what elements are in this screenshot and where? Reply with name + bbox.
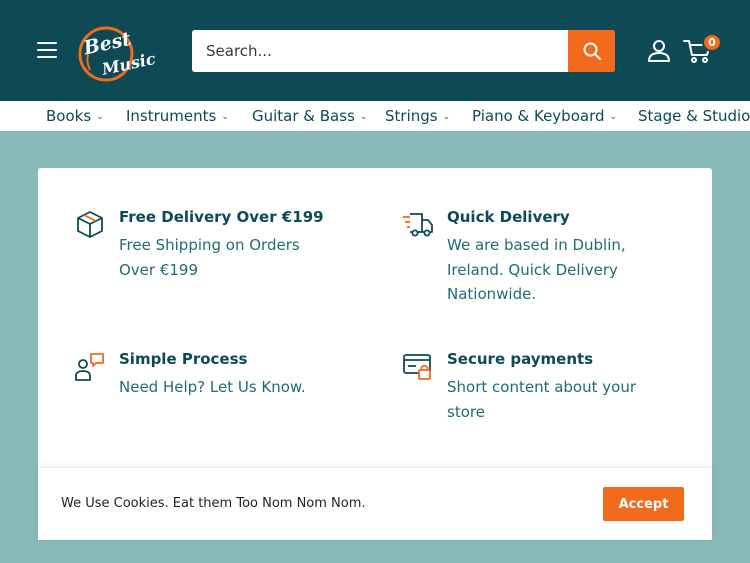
account-icon[interactable]: [647, 40, 671, 62]
best-music-logo[interactable]: Best Music: [76, 18, 160, 82]
delivery-truck-icon: [403, 213, 433, 237]
menu-icon[interactable]: [37, 42, 57, 58]
feature-title: Secure payments: [447, 350, 594, 368]
accept-cookies-button[interactable]: Accept: [603, 487, 684, 521]
search-icon: [583, 42, 601, 60]
search-input[interactable]: [192, 30, 568, 72]
search-bar: [192, 30, 615, 72]
package-icon: [77, 211, 103, 238]
feature-description: Free Shipping on Orders Over €199: [119, 236, 300, 279]
feature-title: Quick Delivery: [447, 208, 570, 226]
category-nav: Books ⌄ Instruments ⌄ Guitar & Bass ⌄ Strin…: [0, 101, 750, 131]
feature-title: Simple Process: [119, 350, 248, 368]
nav-item-instruments[interactable]: Instruments ⌄: [126, 107, 229, 125]
feature-description: Short content about your store: [447, 378, 636, 421]
chevron-down-icon: ⌄: [442, 112, 451, 122]
feature-description: We are based in Dublin, Ireland. Quick D…: [447, 236, 626, 303]
nav-item-guitar-bass[interactable]: Guitar & Bass ⌄: [252, 107, 367, 125]
chevron-down-icon: ⌄: [359, 112, 368, 122]
cookie-message: We Use Cookies. Eat them Too Nom Nom Nom…: [61, 496, 366, 511]
support-chat-icon: [75, 353, 104, 381]
feature-secure-payments: Secure payments Short content about your…: [402, 350, 692, 430]
feature-free-delivery: Free Delivery Over €199 Free Shipping on…: [74, 208, 354, 288]
chevron-down-icon: ⌄: [609, 112, 618, 122]
cart-count-badge: 0: [702, 33, 722, 52]
feature-quick-delivery: Quick Delivery We are based in Dublin, I…: [402, 208, 692, 308]
feature-description: Need Help? Let Us Know.: [119, 378, 306, 396]
chevron-down-icon: ⌄: [96, 112, 104, 122]
feature-simple-process: Simple Process Need Help? Let Us Know.: [74, 350, 364, 410]
chevron-down-icon: ⌄: [221, 112, 229, 122]
feature-title: Free Delivery Over €199: [119, 208, 324, 226]
nav-item-strings[interactable]: Strings ⌄: [385, 107, 450, 125]
nav-item-books[interactable]: Books ⌄: [46, 107, 104, 125]
cookie-banner: We Use Cookies. Eat them Too Nom Nom Nom…: [38, 467, 712, 540]
site-header: Best Music 0: [0, 0, 750, 101]
nav-item-piano-keyboard[interactable]: Piano & Keyboard ⌄: [472, 107, 617, 125]
secure-payment-icon: [403, 354, 431, 380]
search-button[interactable]: [568, 30, 615, 72]
nav-item-stage-studio[interactable]: Stage & Studio: [638, 107, 750, 125]
